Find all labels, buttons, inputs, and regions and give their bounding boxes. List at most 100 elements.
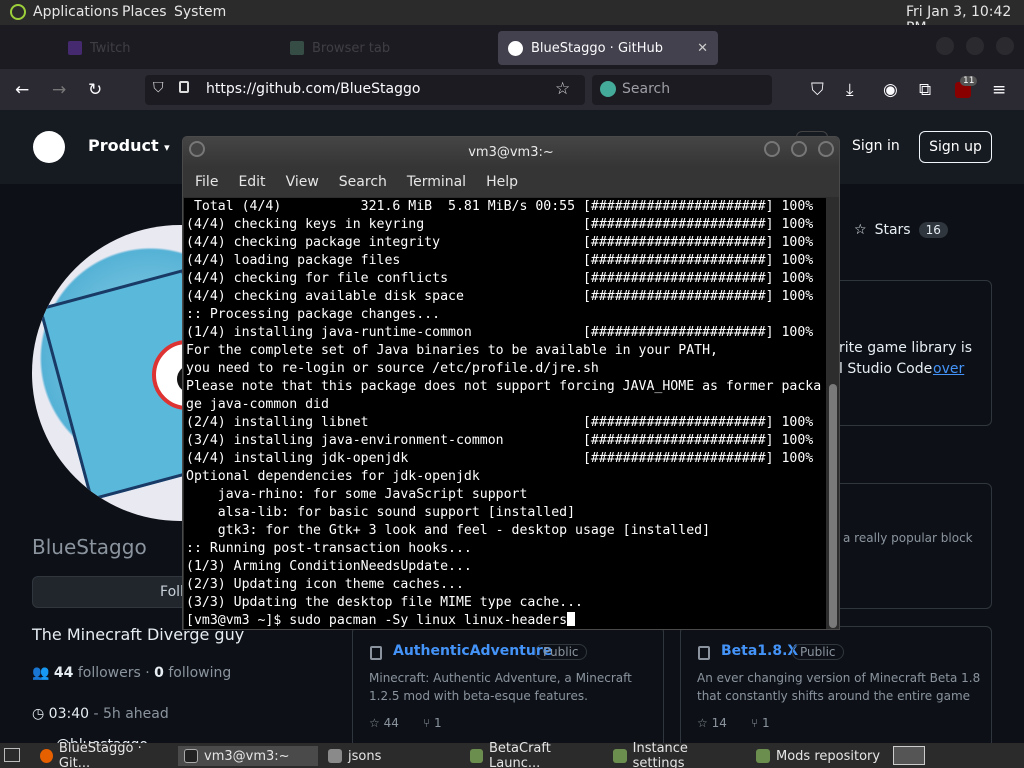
bookmark-star-icon[interactable]: ☆ xyxy=(555,79,570,99)
sign-up-button[interactable]: Sign up xyxy=(919,131,992,163)
taskbar-item-terminal[interactable]: vm3@vm3:~ xyxy=(178,746,318,766)
repo-icon xyxy=(698,646,710,660)
close-tab-icon[interactable]: ✕ xyxy=(697,41,708,56)
betacraft-icon xyxy=(613,749,627,763)
terminal-line: Total (4/4) 321.6 MiB 5.81 MiB/s 00:55 [… xyxy=(186,199,814,214)
terminal-line: (4/4) checking keys in keyring [########… xyxy=(186,217,814,232)
system-menu[interactable]: System xyxy=(174,4,226,20)
search-engine-icon xyxy=(600,81,616,97)
terminal-titlebar[interactable]: vm3@vm3:~ xyxy=(183,137,839,167)
terminal-output[interactable]: Total (4/4) 321.6 MiB 5.81 MiB/s 00:55 [… xyxy=(184,198,826,629)
taskbar-label: BetaCraft Launc... xyxy=(489,741,551,768)
bottom-taskbar: BlueStaggo · Git... vm3@vm3:~ jsons Beta… xyxy=(0,741,1024,768)
repo-forks[interactable]: ⑂ 1 xyxy=(751,716,770,730)
tab-favicon-icon xyxy=(290,41,304,55)
distro-logo-icon[interactable] xyxy=(10,4,26,20)
repo-title[interactable]: AuthenticAdventure xyxy=(393,643,552,659)
taskbar-label: Instance settings xyxy=(632,741,688,768)
menu-icon[interactable]: ≡ xyxy=(992,80,1006,100)
taskbar-item-instance-settings[interactable]: Instance settings xyxy=(607,741,747,768)
menu-file[interactable]: File xyxy=(195,174,218,190)
search-input[interactable]: Search xyxy=(592,75,772,105)
github-logo-icon[interactable] xyxy=(33,131,65,163)
betacraft-icon xyxy=(756,749,770,763)
product-menu[interactable]: Product ▾ xyxy=(88,136,170,155)
forward-icon[interactable]: → xyxy=(52,80,66,100)
shield-icon[interactable]: ⛉ xyxy=(153,80,164,96)
clock-icon: ◷ xyxy=(32,706,45,722)
menu-view[interactable]: View xyxy=(286,174,319,190)
following-count[interactable]: 0 xyxy=(154,665,164,681)
followers-label[interactable]: followers xyxy=(78,665,141,681)
terminal-close-button[interactable] xyxy=(818,141,834,157)
taskbar-item-firefox[interactable]: BlueStaggo · Git... xyxy=(34,741,174,768)
repo-stars[interactable]: ☆ 14 xyxy=(697,716,727,730)
window-minimize-icon[interactable] xyxy=(936,37,954,55)
repo-forks-count: 1 xyxy=(434,716,442,730)
terminal-line: Please note that this package does not s… xyxy=(186,379,822,394)
sign-in-link[interactable]: Sign in xyxy=(852,138,900,154)
followers-count[interactable]: 44 xyxy=(54,665,73,681)
browser-tab[interactable]: Browser tab xyxy=(280,31,480,65)
repo-stars[interactable]: ☆ 44 xyxy=(369,716,399,730)
terminal-maximize-button[interactable] xyxy=(791,141,807,157)
menu-terminal[interactable]: Terminal xyxy=(407,174,466,190)
browser-tab-active[interactable]: BlueStaggo · GitHub ✕ xyxy=(498,31,718,65)
menu-search[interactable]: Search xyxy=(339,174,387,190)
repo-title[interactable]: Beta1.8.X xyxy=(721,643,798,659)
show-desktop-icon[interactable] xyxy=(4,748,20,762)
terminal-line: For the complete set of Java binaries to… xyxy=(186,343,718,358)
terminal-icon xyxy=(184,749,198,763)
taskbar-item-folder[interactable]: jsons xyxy=(322,746,462,766)
terminal-menu-button[interactable] xyxy=(189,141,205,157)
lock-icon[interactable] xyxy=(179,81,189,93)
terminal-scrollbar[interactable] xyxy=(827,198,839,629)
terminal-line: (1/4) installing java-runtime-common [##… xyxy=(186,325,814,340)
window-maximize-icon[interactable] xyxy=(966,37,984,55)
url-text: https://github.com/BlueStaggo xyxy=(206,81,421,97)
terminal-minimize-button[interactable] xyxy=(764,141,780,157)
text-cursor xyxy=(567,612,576,626)
taskbar-item-betacraft[interactable]: BetaCraft Launc... xyxy=(464,741,604,768)
taskbar-label: Mods repository xyxy=(776,748,881,764)
terminal-line: :: Running post-transaction hooks... xyxy=(186,541,472,556)
account-icon[interactable]: ◉ xyxy=(883,80,898,100)
reload-icon[interactable]: ↻ xyxy=(88,80,102,100)
terminal-line: alsa-lib: for basic sound support [insta… xyxy=(186,505,576,520)
local-time: ◷ 03:40 - 5h ahead xyxy=(32,706,169,722)
terminal-window[interactable]: vm3@vm3:~ File Edit View Search Terminal… xyxy=(182,136,840,630)
menu-help[interactable]: Help xyxy=(486,174,518,190)
terminal-line: ge java-common did xyxy=(186,397,329,412)
readme-text-1: rite game library is xyxy=(839,340,973,356)
scrollbar-thumb[interactable] xyxy=(829,384,837,628)
readme-text-2: l Studio Code xyxy=(839,361,933,377)
time-offset: - 5h ahead xyxy=(93,706,169,722)
downloads-icon[interactable]: ⤓ xyxy=(846,80,854,100)
readme-link[interactable]: over xyxy=(933,361,964,377)
tab-label: Browser tab xyxy=(312,40,391,56)
terminal-prompt: [vm3@vm3 ~]$ sudo pacman -Sy linux linux… xyxy=(186,613,568,628)
workspace-switcher[interactable] xyxy=(893,746,925,765)
repo-forks[interactable]: ⑂ 1 xyxy=(423,716,442,730)
tab-stars[interactable]: ☆ Stars 16 xyxy=(854,222,948,238)
window-close-icon[interactable] xyxy=(996,37,1014,55)
following-label[interactable]: following xyxy=(168,665,231,681)
menu-edit[interactable]: Edit xyxy=(238,174,265,190)
back-icon[interactable]: ← xyxy=(15,80,29,100)
taskbar-item-mods-repository[interactable]: Mods repository xyxy=(750,746,890,766)
url-bar[interactable]: ⛉ https://github.com/BlueStaggo ☆ xyxy=(145,75,585,105)
terminal-line: (4/4) checking available disk space [###… xyxy=(186,289,814,304)
terminal-line: you need to re-login or source /etc/prof… xyxy=(186,361,599,376)
applications-menu[interactable]: Applications xyxy=(33,4,119,20)
pocket-icon[interactable]: ⛉ xyxy=(811,80,824,100)
github-icon xyxy=(508,40,523,56)
extensions-icon[interactable]: ⧉ xyxy=(919,80,931,100)
terminal-line: java-rhino: for some JavaScript support xyxy=(186,487,528,502)
places-menu[interactable]: Places xyxy=(122,4,167,20)
browser-tab[interactable]: Twitch xyxy=(58,31,258,65)
terminal-line: (4/4) loading package files [###########… xyxy=(186,253,814,268)
readme-card: rite game library is l Studio Code over xyxy=(820,280,992,426)
pinned-repo-card: a really popular block xyxy=(820,483,992,609)
stars-label: Stars xyxy=(874,222,911,238)
terminal-prompt-line[interactable]: [vm3@vm3 ~]$ sudo pacman -Sy linux linux… xyxy=(186,612,826,629)
